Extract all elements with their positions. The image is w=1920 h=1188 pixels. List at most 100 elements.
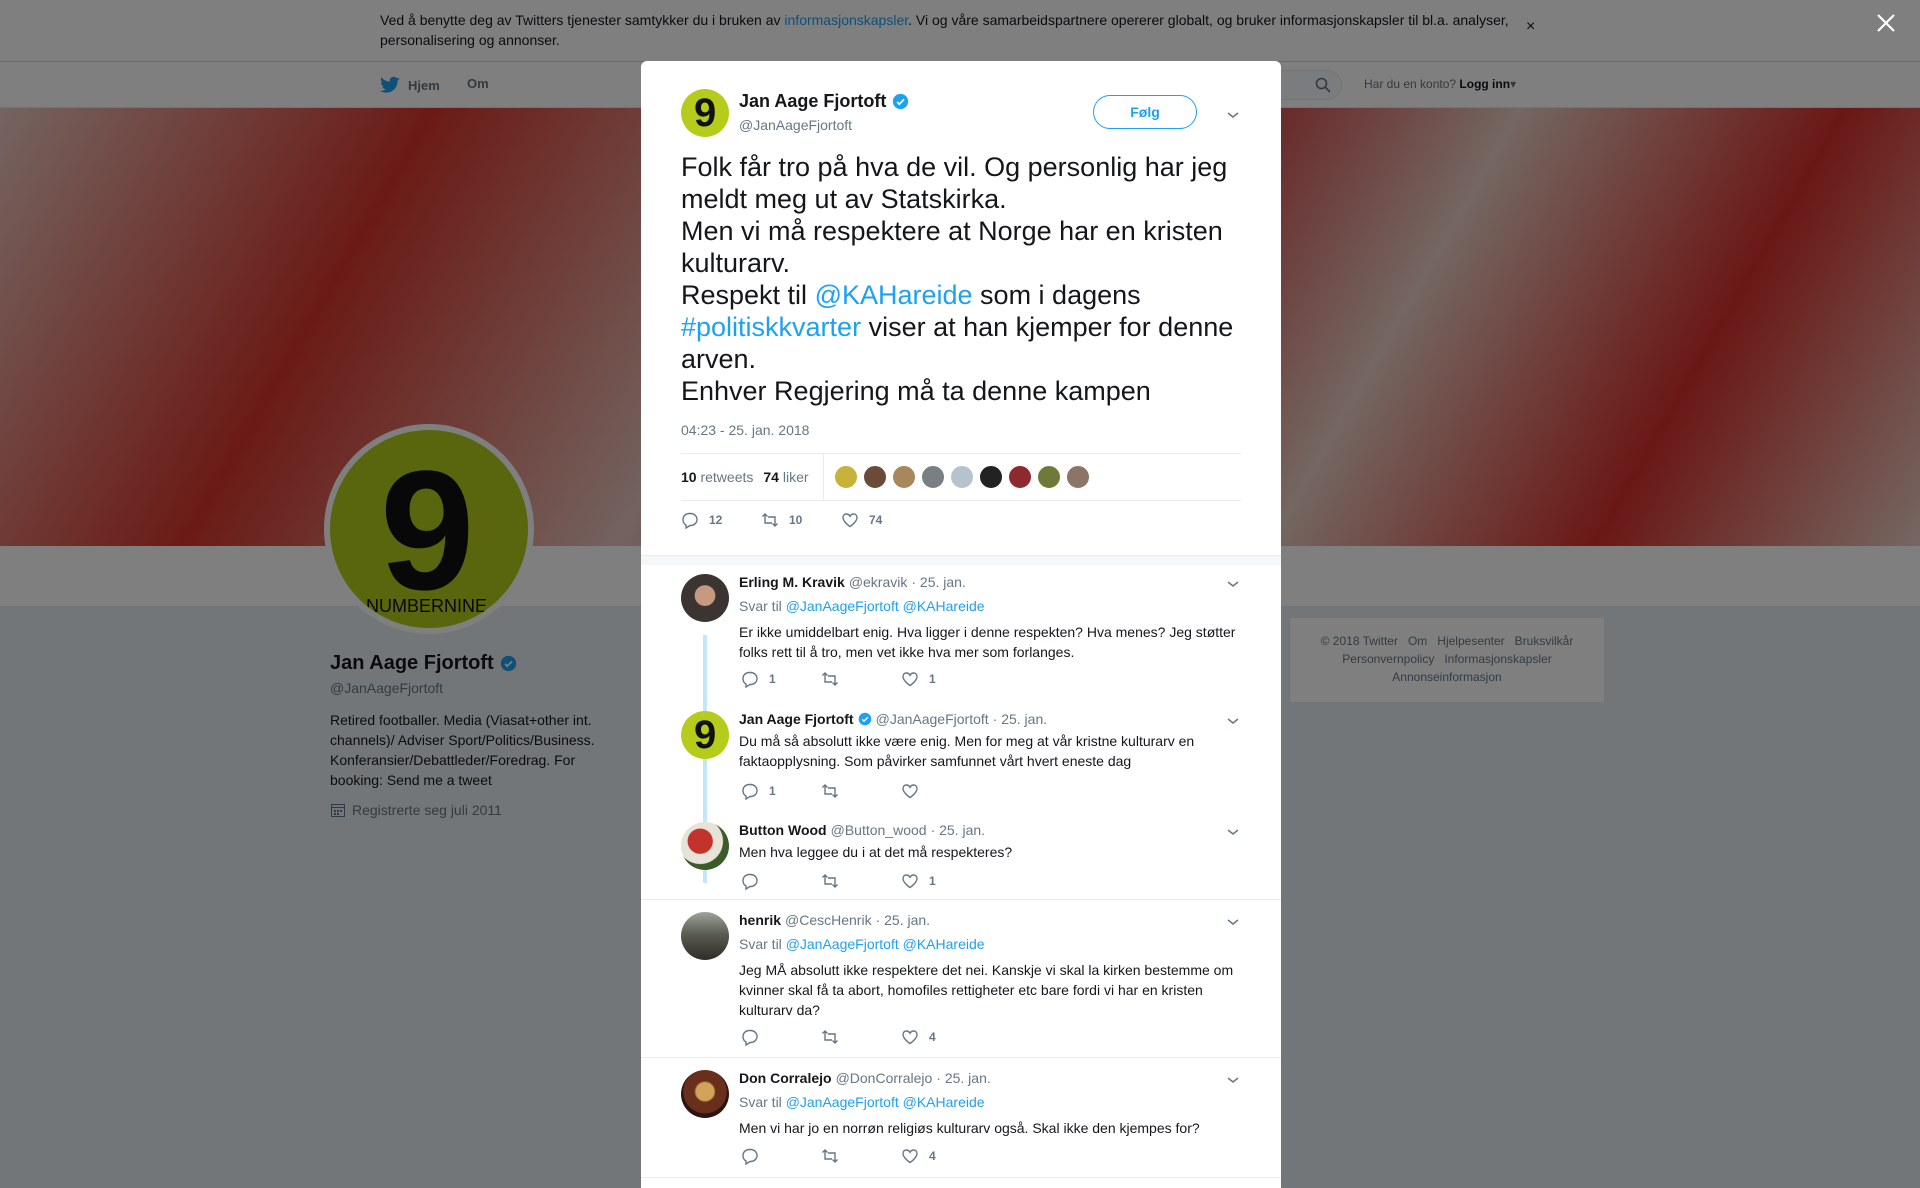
reply-to: Svar til @JanAageFjortoft @KAHareide <box>739 936 985 952</box>
verified-badge-icon <box>858 712 871 726</box>
retweets-stat[interactable]: 10 retweets <box>681 469 753 485</box>
reply-author-handle[interactable]: @ekravik <box>849 574 908 590</box>
reply-actions: 1 <box>741 872 981 890</box>
reply-actions: 1 <box>741 782 981 800</box>
reply-header: Button Wood @Button_wood · 25. jan. <box>739 822 985 838</box>
follow-button[interactable]: Følg <box>1093 95 1197 129</box>
reply-text: Men hva leggee du i at det må respektere… <box>739 844 1013 860</box>
reply-icon <box>682 512 698 529</box>
mention-link[interactable]: @JanAageFjortoft <box>786 598 899 614</box>
reply-avatar[interactable] <box>681 574 729 622</box>
like-button[interactable]: 1 <box>901 872 981 890</box>
reply-author-name[interactable]: Button Wood <box>739 822 827 838</box>
reply-icon <box>742 783 758 800</box>
retweet-button[interactable] <box>821 872 901 890</box>
divider <box>641 1177 1281 1178</box>
reply-button[interactable]: 1 <box>741 670 821 688</box>
reply-author-handle[interactable]: @CescHenrik <box>785 912 872 928</box>
reply-icon <box>742 1029 758 1046</box>
divider <box>641 1057 1281 1058</box>
reply-icon <box>742 1148 758 1165</box>
reply-header: henrik @CescHenrik · 25. jan. <box>739 912 930 928</box>
retweet-icon <box>822 784 838 798</box>
liker-avatar[interactable] <box>920 465 945 489</box>
reply-date[interactable]: · 25. jan. <box>876 912 930 928</box>
reply-date[interactable]: · 25. jan. <box>993 711 1047 727</box>
retweet-button[interactable] <box>821 782 901 800</box>
liker-avatar[interactable] <box>1036 465 1061 489</box>
reply-author-handle[interactable]: @DonCorralejo <box>836 1070 933 1086</box>
mention-link[interactable]: @KAHareide <box>903 598 985 614</box>
liker-avatar[interactable] <box>1007 465 1032 489</box>
close-icon <box>1877 14 1895 32</box>
reply-date[interactable]: · 25. jan. <box>936 1070 990 1086</box>
author-avatar[interactable] <box>681 89 729 137</box>
reply-button[interactable] <box>741 1147 821 1165</box>
chevron-down-icon[interactable] <box>1227 826 1239 838</box>
reply-author-name[interactable]: Don Corralejo <box>739 1070 832 1086</box>
author-handle[interactable]: @JanAageFjortoft <box>739 117 852 133</box>
divider <box>822 454 824 500</box>
chevron-down-icon[interactable] <box>1227 1074 1239 1086</box>
tweet-modal: Jan Aage Fjortoft @JanAageFjortoft Følg … <box>641 61 1281 1188</box>
likes-stat[interactable]: 74 liker <box>763 469 808 485</box>
tweet-timestamp[interactable]: 04:23 - 25. jan. 2018 <box>681 422 809 438</box>
reply-header: Jan Aage Fjortoft @JanAageFjortoft · 25.… <box>739 711 1047 727</box>
reply-avatar[interactable] <box>681 1070 729 1118</box>
mention-link[interactable]: @KAHareide <box>815 280 973 310</box>
tweet-stats: 10 retweets 74 liker <box>681 453 1241 501</box>
tweet-actions: 12 10 74 <box>681 511 921 529</box>
heart-icon <box>902 874 918 889</box>
chevron-down-icon[interactable] <box>1227 109 1239 121</box>
mention-link[interactable]: @JanAageFjortoft <box>786 1094 899 1110</box>
reply-to: Svar til @JanAageFjortoft @KAHareide <box>739 1094 985 1110</box>
tweet-header: Jan Aage Fjortoft @JanAageFjortoft Følg <box>681 89 1241 145</box>
liker-avatar[interactable] <box>978 465 1003 489</box>
reply-avatar[interactable] <box>681 822 729 870</box>
like-button[interactable]: 74 <box>841 511 921 529</box>
reply-button[interactable] <box>741 872 821 890</box>
like-button[interactable]: 4 <box>901 1028 981 1046</box>
like-button[interactable] <box>901 782 981 800</box>
reply-button[interactable]: 1 <box>741 782 821 800</box>
chevron-down-icon[interactable] <box>1227 715 1239 727</box>
reply-to: Svar til @JanAageFjortoft @KAHareide <box>739 598 985 614</box>
reply-author-handle[interactable]: @JanAageFjortoft <box>876 711 989 727</box>
reply-button[interactable]: 12 <box>681 511 761 529</box>
reply-author-name[interactable]: Jan Aage Fjortoft <box>739 711 854 727</box>
reply-author-handle[interactable]: @Button_wood <box>831 822 927 838</box>
retweet-button[interactable] <box>821 670 901 688</box>
heart-icon <box>842 513 858 528</box>
reply-button[interactable] <box>741 1028 821 1046</box>
retweet-icon <box>822 874 838 888</box>
like-button[interactable]: 4 <box>901 1147 981 1165</box>
hashtag-link[interactable]: #politiskkvarter <box>681 312 861 342</box>
liker-avatar[interactable] <box>891 465 916 489</box>
reply-header: Don Corralejo @DonCorralejo · 25. jan. <box>739 1070 991 1086</box>
mention-link[interactable]: @KAHareide <box>903 936 985 952</box>
reply-date[interactable]: · 25. jan. <box>931 822 985 838</box>
like-button[interactable]: 1 <box>901 670 981 688</box>
liker-avatar[interactable] <box>862 465 887 489</box>
liker-avatar[interactable] <box>1065 465 1090 489</box>
mention-link[interactable]: @JanAageFjortoft <box>786 936 899 952</box>
reply-header: Erling M. Kravik @ekravik · 25. jan. <box>739 574 966 590</box>
heart-icon <box>902 1030 918 1045</box>
liker-avatar[interactable] <box>833 465 858 489</box>
reply-author-name[interactable]: henrik <box>739 912 781 928</box>
reply-author-name[interactable]: Erling M. Kravik <box>739 574 845 590</box>
retweet-button[interactable] <box>821 1147 901 1165</box>
chevron-down-icon[interactable] <box>1227 578 1239 590</box>
author-name[interactable]: Jan Aage Fjortoft <box>739 91 909 112</box>
close-modal-button[interactable] <box>1874 12 1898 36</box>
retweet-button[interactable]: 10 <box>761 511 841 529</box>
reply-avatar[interactable] <box>681 711 729 759</box>
verified-badge-icon <box>893 93 909 110</box>
chevron-down-icon[interactable] <box>1227 916 1239 928</box>
reply-avatar[interactable] <box>681 912 729 960</box>
liker-avatar[interactable] <box>949 465 974 489</box>
reply-date[interactable]: · 25. jan. <box>911 574 965 590</box>
mention-link[interactable]: @KAHareide <box>903 1094 985 1110</box>
retweet-icon <box>762 513 778 527</box>
retweet-button[interactable] <box>821 1028 901 1046</box>
